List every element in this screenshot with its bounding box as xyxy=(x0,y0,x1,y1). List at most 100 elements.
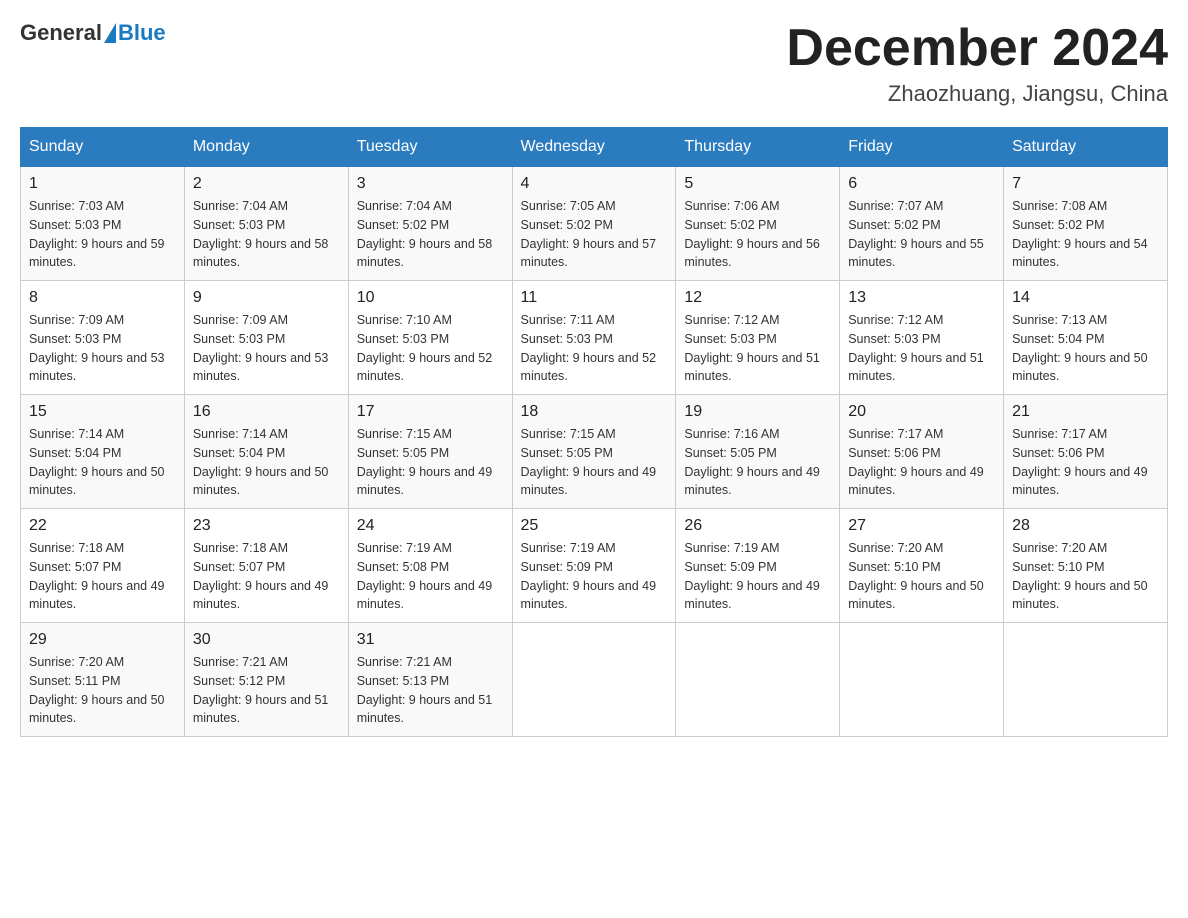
title-block: December 2024 Zhaozhuang, Jiangsu, China xyxy=(786,20,1168,107)
day-info: Sunrise: 7:20 AMSunset: 5:10 PMDaylight:… xyxy=(1012,539,1159,614)
day-info: Sunrise: 7:03 AMSunset: 5:03 PMDaylight:… xyxy=(29,197,176,272)
day-info: Sunrise: 7:05 AMSunset: 5:02 PMDaylight:… xyxy=(521,197,668,272)
calendar-week-row: 22Sunrise: 7:18 AMSunset: 5:07 PMDayligh… xyxy=(21,509,1168,623)
day-info: Sunrise: 7:13 AMSunset: 5:04 PMDaylight:… xyxy=(1012,311,1159,386)
day-info: Sunrise: 7:14 AMSunset: 5:04 PMDaylight:… xyxy=(193,425,340,500)
day-info: Sunrise: 7:20 AMSunset: 5:11 PMDaylight:… xyxy=(29,653,176,728)
calendar-cell: 22Sunrise: 7:18 AMSunset: 5:07 PMDayligh… xyxy=(21,509,185,623)
calendar-cell: 24Sunrise: 7:19 AMSunset: 5:08 PMDayligh… xyxy=(348,509,512,623)
calendar-cell: 13 Sunrise: 7:12 AMSunset: 5:03 PMDayligh… xyxy=(840,281,1004,395)
calendar-cell: 21 Sunrise: 7:17 AMSunset: 5:06 PMDayligh… xyxy=(1004,395,1168,509)
calendar-cell: 12 Sunrise: 7:12 AMSunset: 5:03 PMDayligh… xyxy=(676,281,840,395)
calendar-cell: 19 Sunrise: 7:16 AMSunset: 5:05 PMDayligh… xyxy=(676,395,840,509)
calendar-cell: 15 Sunrise: 7:14 AMSunset: 5:04 PMDayligh… xyxy=(21,395,185,509)
day-number: 23 xyxy=(193,517,340,535)
day-number: 2 xyxy=(193,175,340,193)
calendar-cell: 28 Sunrise: 7:20 AMSunset: 5:10 PMDayligh… xyxy=(1004,509,1168,623)
day-number: 6 xyxy=(848,175,995,193)
day-number: 27 xyxy=(848,517,995,535)
day-info: Sunrise: 7:20 AMSunset: 5:10 PMDaylight:… xyxy=(848,539,995,614)
calendar-cell: 7Sunrise: 7:08 AMSunset: 5:02 PMDaylight… xyxy=(1004,167,1168,281)
weekday-header-thursday: Thursday xyxy=(676,128,840,167)
calendar-cell: 3 Sunrise: 7:04 AMSunset: 5:02 PMDaylight… xyxy=(348,167,512,281)
calendar-cell: 4 Sunrise: 7:05 AMSunset: 5:02 PMDaylight… xyxy=(512,167,676,281)
calendar-cell: 29 Sunrise: 7:20 AMSunset: 5:11 PMDayligh… xyxy=(21,623,185,737)
day-number: 24 xyxy=(357,517,504,535)
calendar-body: 1 Sunrise: 7:03 AMSunset: 5:03 PMDaylight… xyxy=(21,167,1168,737)
weekday-header-saturday: Saturday xyxy=(1004,128,1168,167)
calendar-cell xyxy=(676,623,840,737)
month-year-title: December 2024 xyxy=(786,20,1168,77)
day-info: Sunrise: 7:14 AMSunset: 5:04 PMDaylight:… xyxy=(29,425,176,500)
calendar-cell: 20Sunrise: 7:17 AMSunset: 5:06 PMDayligh… xyxy=(840,395,1004,509)
calendar-cell: 11 Sunrise: 7:11 AMSunset: 5:03 PMDayligh… xyxy=(512,281,676,395)
day-info: Sunrise: 7:12 AMSunset: 5:03 PMDaylight:… xyxy=(848,311,995,386)
calendar-header: SundayMondayTuesdayWednesdayThursdayFrid… xyxy=(21,128,1168,167)
day-number: 11 xyxy=(521,289,668,307)
calendar-cell: 5Sunrise: 7:06 AMSunset: 5:02 PMDaylight… xyxy=(676,167,840,281)
calendar-cell: 25Sunrise: 7:19 AMSunset: 5:09 PMDayligh… xyxy=(512,509,676,623)
calendar-cell: 26 Sunrise: 7:19 AMSunset: 5:09 PMDayligh… xyxy=(676,509,840,623)
calendar-week-row: 8Sunrise: 7:09 AMSunset: 5:03 PMDaylight… xyxy=(21,281,1168,395)
day-info: Sunrise: 7:17 AMSunset: 5:06 PMDaylight:… xyxy=(1012,425,1159,500)
calendar-cell: 8Sunrise: 7:09 AMSunset: 5:03 PMDaylight… xyxy=(21,281,185,395)
calendar-cell: 1 Sunrise: 7:03 AMSunset: 5:03 PMDaylight… xyxy=(21,167,185,281)
day-info: Sunrise: 7:04 AMSunset: 5:03 PMDaylight:… xyxy=(193,197,340,272)
day-number: 26 xyxy=(684,517,831,535)
calendar-cell: 6Sunrise: 7:07 AMSunset: 5:02 PMDaylight… xyxy=(840,167,1004,281)
logo-general-text: General xyxy=(20,20,102,46)
day-number: 10 xyxy=(357,289,504,307)
calendar-week-row: 29 Sunrise: 7:20 AMSunset: 5:11 PMDayligh… xyxy=(21,623,1168,737)
calendar-cell: 23Sunrise: 7:18 AMSunset: 5:07 PMDayligh… xyxy=(184,509,348,623)
calendar-week-row: 1 Sunrise: 7:03 AMSunset: 5:03 PMDaylight… xyxy=(21,167,1168,281)
day-info: Sunrise: 7:06 AMSunset: 5:02 PMDaylight:… xyxy=(684,197,831,272)
day-number: 3 xyxy=(357,175,504,193)
day-number: 1 xyxy=(29,175,176,193)
day-info: Sunrise: 7:10 AMSunset: 5:03 PMDaylight:… xyxy=(357,311,504,386)
day-info: Sunrise: 7:04 AMSunset: 5:02 PMDaylight:… xyxy=(357,197,504,272)
day-number: 28 xyxy=(1012,517,1159,535)
day-number: 15 xyxy=(29,403,176,421)
calendar-cell: 18 Sunrise: 7:15 AMSunset: 5:05 PMDayligh… xyxy=(512,395,676,509)
calendar-cell: 31Sunrise: 7:21 AMSunset: 5:13 PMDayligh… xyxy=(348,623,512,737)
day-number: 14 xyxy=(1012,289,1159,307)
day-info: Sunrise: 7:09 AMSunset: 5:03 PMDaylight:… xyxy=(29,311,176,386)
weekday-header-sunday: Sunday xyxy=(21,128,185,167)
day-number: 18 xyxy=(521,403,668,421)
calendar-cell: 16Sunrise: 7:14 AMSunset: 5:04 PMDayligh… xyxy=(184,395,348,509)
calendar-cell: 2 Sunrise: 7:04 AMSunset: 5:03 PMDaylight… xyxy=(184,167,348,281)
day-number: 31 xyxy=(357,631,504,649)
day-number: 9 xyxy=(193,289,340,307)
calendar-cell: 30Sunrise: 7:21 AMSunset: 5:12 PMDayligh… xyxy=(184,623,348,737)
day-number: 22 xyxy=(29,517,176,535)
calendar-cell: 10 Sunrise: 7:10 AMSunset: 5:03 PMDayligh… xyxy=(348,281,512,395)
weekday-header-row: SundayMondayTuesdayWednesdayThursdayFrid… xyxy=(21,128,1168,167)
calendar-cell xyxy=(512,623,676,737)
day-info: Sunrise: 7:19 AMSunset: 5:09 PMDaylight:… xyxy=(684,539,831,614)
day-info: Sunrise: 7:16 AMSunset: 5:05 PMDaylight:… xyxy=(684,425,831,500)
weekday-header-friday: Friday xyxy=(840,128,1004,167)
day-info: Sunrise: 7:15 AMSunset: 5:05 PMDaylight:… xyxy=(521,425,668,500)
day-info: Sunrise: 7:12 AMSunset: 5:03 PMDaylight:… xyxy=(684,311,831,386)
day-info: Sunrise: 7:19 AMSunset: 5:09 PMDaylight:… xyxy=(521,539,668,614)
weekday-header-monday: Monday xyxy=(184,128,348,167)
page-header: General Blue December 2024 Zhaozhuang, J… xyxy=(20,20,1168,107)
calendar-cell xyxy=(840,623,1004,737)
day-number: 12 xyxy=(684,289,831,307)
calendar-cell: 14 Sunrise: 7:13 AMSunset: 5:04 PMDayligh… xyxy=(1004,281,1168,395)
logo-blue-text: Blue xyxy=(118,20,166,46)
day-info: Sunrise: 7:21 AMSunset: 5:12 PMDaylight:… xyxy=(193,653,340,728)
day-number: 19 xyxy=(684,403,831,421)
calendar-cell: 17Sunrise: 7:15 AMSunset: 5:05 PMDayligh… xyxy=(348,395,512,509)
day-number: 21 xyxy=(1012,403,1159,421)
day-number: 4 xyxy=(521,175,668,193)
day-info: Sunrise: 7:11 AMSunset: 5:03 PMDaylight:… xyxy=(521,311,668,386)
day-info: Sunrise: 7:15 AMSunset: 5:05 PMDaylight:… xyxy=(357,425,504,500)
calendar-cell: 27 Sunrise: 7:20 AMSunset: 5:10 PMDayligh… xyxy=(840,509,1004,623)
calendar-table: SundayMondayTuesdayWednesdayThursdayFrid… xyxy=(20,127,1168,737)
day-number: 13 xyxy=(848,289,995,307)
weekday-header-wednesday: Wednesday xyxy=(512,128,676,167)
day-number: 29 xyxy=(29,631,176,649)
calendar-week-row: 15 Sunrise: 7:14 AMSunset: 5:04 PMDayligh… xyxy=(21,395,1168,509)
day-number: 7 xyxy=(1012,175,1159,193)
